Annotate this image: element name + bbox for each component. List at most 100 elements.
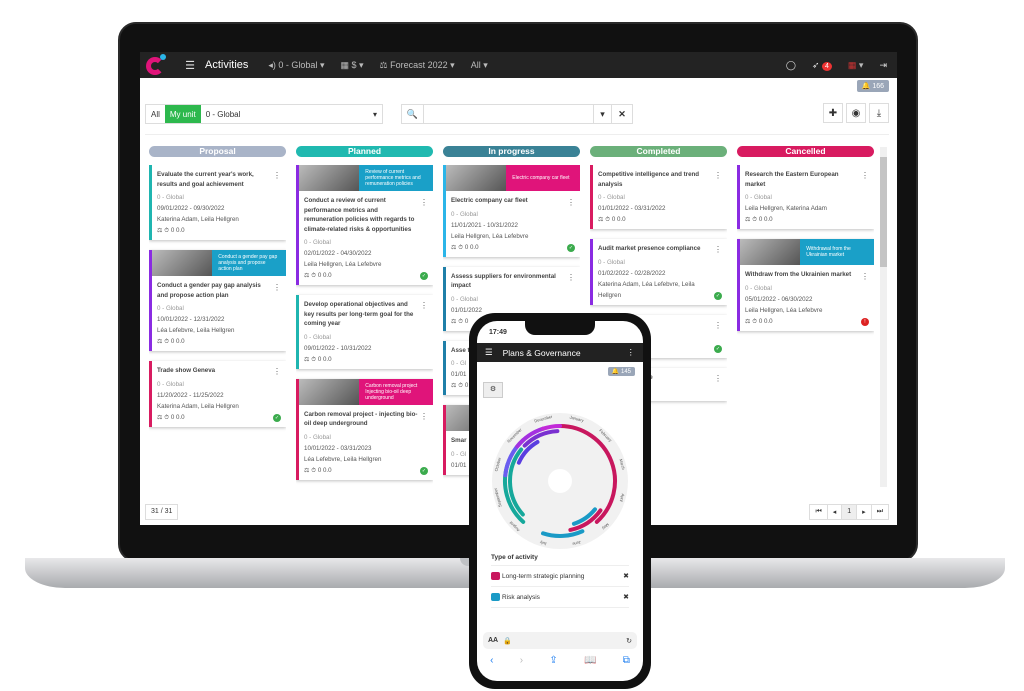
all-button[interactable]: All bbox=[146, 105, 165, 123]
kebab-icon[interactable]: ⋮ bbox=[714, 171, 722, 180]
card-title: Competitive intelligence and trend analy… bbox=[598, 171, 700, 188]
logout-icon[interactable]: ⇥ bbox=[879, 60, 887, 71]
back-icon[interactable]: ‹ bbox=[490, 655, 493, 666]
activity-card[interactable]: Conduct a gender pay gap analysis and pr… bbox=[149, 250, 286, 351]
card-dates: 01/02/2022 - 02/28/2022 bbox=[598, 269, 666, 277]
card-dates: 10/01/2022 - 03/31/2023 bbox=[304, 444, 372, 452]
kebab-icon[interactable]: ⋮ bbox=[273, 367, 281, 376]
logo[interactable] bbox=[143, 52, 169, 78]
eye-icon[interactable]: ◉ bbox=[846, 103, 866, 123]
kebab-icon[interactable]: ⋮ bbox=[273, 283, 281, 292]
banner-text: Withdrawal from the Ukrainian market bbox=[800, 239, 874, 265]
card-unit: 0 - Global bbox=[304, 333, 331, 341]
clear-icon[interactable]: ✕ bbox=[612, 105, 632, 123]
download-icon[interactable]: ⤓ bbox=[869, 103, 889, 123]
add-button[interactable]: ✚ bbox=[823, 103, 843, 123]
card-title: Research the Eastern European market bbox=[745, 171, 839, 188]
activity-card[interactable]: ⋮ Develop operational objectives and key … bbox=[296, 295, 433, 369]
bookmarks-icon[interactable]: 📖 bbox=[584, 655, 596, 666]
card-unit: 0 - Global bbox=[304, 433, 331, 441]
actions: ✚ ◉ ⤓ bbox=[823, 103, 889, 123]
last-page-button[interactable]: ⏭ bbox=[870, 504, 889, 520]
kebab-icon[interactable]: ⋮ bbox=[420, 198, 428, 207]
card-title: Electric company car fleet bbox=[451, 197, 528, 204]
kebab-icon[interactable]: ⋮ bbox=[273, 171, 281, 180]
chevron-down-icon[interactable]: ▾ bbox=[594, 105, 612, 123]
tabs-icon[interactable]: ⧉ bbox=[623, 655, 630, 666]
unit-select[interactable]: 0 - Global bbox=[201, 105, 368, 123]
column-header[interactable]: Planned bbox=[296, 146, 433, 157]
page-number[interactable]: 1 bbox=[841, 504, 858, 520]
activity-card[interactable]: Electric company car fleet ⋮ Electric comp… bbox=[443, 165, 580, 257]
hamburger-icon[interactable]: ☰ bbox=[485, 347, 493, 358]
legend-item[interactable]: Long-term strategic planning ✖ bbox=[491, 566, 629, 587]
flag-icon[interactable]: ▦ ▾ bbox=[848, 60, 864, 71]
kebab-icon[interactable]: ⋮ bbox=[567, 198, 575, 207]
my-unit-button[interactable]: My unit bbox=[164, 105, 201, 123]
kebab-icon[interactable]: ⋮ bbox=[714, 245, 722, 254]
remove-icon[interactable]: ✖ bbox=[623, 572, 629, 580]
share-icon[interactable]: ⇪ bbox=[549, 655, 557, 666]
prev-page-button[interactable]: ◂ bbox=[826, 504, 843, 520]
reload-icon[interactable]: ↻ bbox=[626, 637, 632, 645]
user-icon[interactable]: ◯ bbox=[786, 60, 796, 71]
banner-text: Electric company car fleet bbox=[506, 165, 580, 191]
next-page-button[interactable]: ▸ bbox=[856, 504, 872, 520]
settings-button[interactable]: ⚙ bbox=[483, 382, 503, 398]
kebab-icon[interactable]: ⋮ bbox=[714, 374, 722, 383]
hamburger-icon[interactable]: ☰ bbox=[181, 54, 199, 76]
card-dates: 05/01/2022 - 06/30/2022 bbox=[745, 295, 813, 303]
chevron-down-icon[interactable]: ▾ bbox=[368, 105, 382, 123]
activity-card[interactable]: Withdrawal from the Ukrainian market ⋮ Wit… bbox=[737, 239, 874, 331]
kebab-icon[interactable]: ⋮ bbox=[627, 347, 636, 358]
card-unit: 0 - Global bbox=[157, 380, 184, 388]
column-header[interactable]: Cancelled bbox=[737, 146, 874, 157]
banner-text: Carbon removal project Injecting bio-oil… bbox=[359, 378, 433, 405]
column-header[interactable]: In progress bbox=[443, 146, 580, 157]
card-stats: ⚖ ⏱ 0 0.0 bbox=[745, 216, 773, 223]
card-photo bbox=[446, 165, 507, 191]
url-bar[interactable]: AA 🔒 ↻ bbox=[483, 632, 637, 649]
activity-card[interactable]: Review of current performance metrics an… bbox=[296, 165, 433, 285]
kebab-icon[interactable]: ⋮ bbox=[420, 301, 428, 310]
stats-value: 0 0.0 bbox=[170, 413, 185, 421]
search-input[interactable] bbox=[424, 105, 594, 123]
scrollbar[interactable] bbox=[880, 147, 887, 487]
card-people: Léa Lefebvre, Leila Hellgren bbox=[304, 455, 382, 463]
card-unit: 0 - Global bbox=[157, 305, 184, 312]
kebab-icon[interactable]: ⋮ bbox=[420, 412, 428, 421]
lock-icon: 🔒 bbox=[503, 637, 512, 645]
currency-dropdown[interactable]: ▦ $ ▾ bbox=[340, 60, 363, 71]
scenario-dropdown[interactable]: ⚖ Forecast 2022 ▾ bbox=[380, 60, 455, 71]
filter-dropdown[interactable]: All ▾ bbox=[471, 60, 488, 71]
card-stats: ⚖ ⏱ 0 0.0 bbox=[157, 227, 185, 234]
scenario-label: Forecast 2022 bbox=[390, 59, 448, 70]
activity-card[interactable]: ⋮ Evaluate the current year's work, resul… bbox=[149, 165, 286, 240]
kebab-icon[interactable]: ⋮ bbox=[567, 273, 575, 282]
unit-dropdown[interactable]: ◂) 0 - Global ▾ bbox=[268, 60, 324, 71]
divider bbox=[145, 134, 889, 135]
card-title: Trade show Geneva bbox=[157, 367, 216, 374]
text-size-button[interactable]: AA bbox=[488, 637, 498, 644]
bell-badge[interactable]: 🔔 145 bbox=[607, 367, 635, 376]
bell-badge[interactable]: 🔔 166 bbox=[856, 80, 889, 92]
column-header[interactable]: Completed bbox=[590, 146, 727, 157]
rocket-icon[interactable]: ➶ 4 bbox=[812, 60, 832, 71]
kebab-icon[interactable]: ⋮ bbox=[714, 321, 722, 330]
search-icon[interactable]: 🔍 bbox=[402, 105, 424, 123]
card-banner: Review of current performance metrics an… bbox=[299, 165, 433, 191]
activity-card[interactable]: ⋮ Research the Eastern European market 0 -… bbox=[737, 165, 874, 229]
legend-item[interactable]: Risk analysis ✖ bbox=[491, 587, 629, 608]
forward-icon[interactable]: › bbox=[520, 655, 523, 666]
first-page-button[interactable]: ⏮ bbox=[809, 504, 828, 520]
kebab-icon[interactable]: ⋮ bbox=[861, 171, 869, 180]
card-people: Leila Hellgren, Léa Lefebvre bbox=[451, 232, 529, 240]
activity-wheel-chart: JanuaryFebruaryMarchAprilMayJuneJulyAugu… bbox=[492, 413, 628, 549]
remove-icon[interactable]: ✖ bbox=[623, 593, 629, 601]
column-header[interactable]: Proposal bbox=[149, 146, 286, 157]
activity-card[interactable]: Carbon removal project Injecting bio-oil… bbox=[296, 378, 433, 480]
kebab-icon[interactable]: ⋮ bbox=[861, 272, 869, 281]
activity-card[interactable]: ⋮ Competitive intelligence and trend anal… bbox=[590, 165, 727, 229]
activity-card[interactable]: ⋮ Trade show Geneva 0 - Global 11/20/2022 -… bbox=[149, 361, 286, 427]
activity-card[interactable]: ⋮ Audit market presence compliance 0 - Glo… bbox=[590, 239, 727, 305]
